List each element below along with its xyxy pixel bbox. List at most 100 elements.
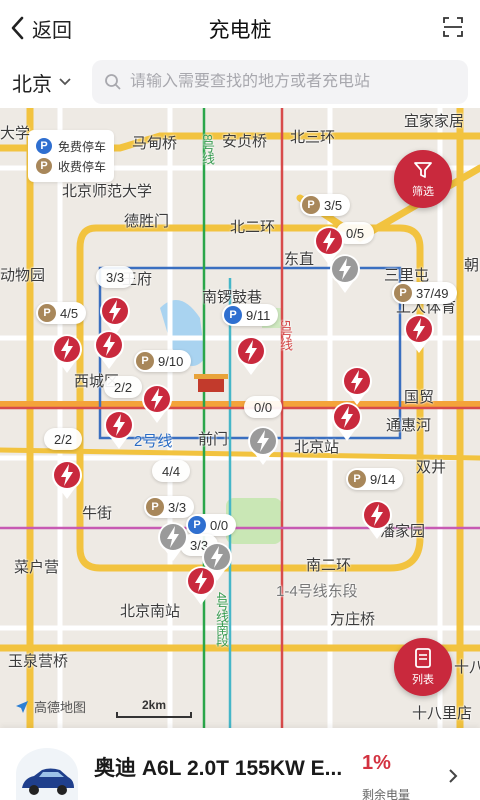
map-attribution: 高德地图 xyxy=(14,697,86,716)
station-count: 4/4 xyxy=(162,463,181,479)
funnel-icon xyxy=(414,162,432,178)
charger-pin-unavailable-icon[interactable] xyxy=(246,424,280,466)
map-place-label: 安贞桥 xyxy=(222,133,268,150)
station-availability[interactable]: P 9/11 xyxy=(222,304,279,326)
paid-parking-icon: P xyxy=(394,284,412,302)
map-place-label: 马甸桥 xyxy=(132,135,178,152)
charger-pin-unavailable-icon[interactable] xyxy=(328,252,362,294)
station-count: 3/5 xyxy=(324,197,343,213)
list-label: 列表 xyxy=(412,674,434,686)
map-place-label: 宜家家居 xyxy=(404,113,465,130)
scale-label: 2km xyxy=(141,698,167,712)
map-place-label: 北三环 xyxy=(290,129,336,146)
charger-pin-icon[interactable] xyxy=(140,382,174,424)
map-place-label: 北二环 xyxy=(230,219,276,236)
map-scale: 2km xyxy=(116,698,192,718)
station-count: 0/0 xyxy=(254,399,273,415)
station-availability[interactable]: 3/3 xyxy=(96,266,135,288)
chevron-down-icon xyxy=(59,78,71,86)
paid-parking-icon: P xyxy=(302,196,320,214)
free-parking-icon: P xyxy=(224,306,242,324)
charger-pin-icon[interactable] xyxy=(330,400,364,442)
station-availability[interactable]: P 9/14 xyxy=(346,468,404,490)
car-image xyxy=(16,748,78,800)
map-place-label: 大学 xyxy=(0,125,31,142)
page-title: 充电桩 xyxy=(208,19,272,42)
paid-parking-icon: P xyxy=(38,304,56,322)
navigation-arrow-icon xyxy=(16,700,28,713)
list-icon xyxy=(415,648,431,668)
station-availability[interactable]: P 3/3 xyxy=(144,496,195,518)
station-count: 9/14 xyxy=(370,471,396,487)
legend-label: 收费停车 xyxy=(58,159,107,174)
map-place-label: 德胜门 xyxy=(124,213,170,230)
charger-pin-icon[interactable] xyxy=(92,328,126,370)
city-selector[interactable]: 北京 xyxy=(12,68,72,96)
station-availability[interactable]: P 4/5 xyxy=(36,302,87,324)
map-place-label: 方庄桥 xyxy=(330,611,376,628)
charger-pin-icon[interactable] xyxy=(360,498,394,540)
station-availability[interactable]: 0/0 xyxy=(244,396,283,418)
charger-pin-icon[interactable] xyxy=(50,332,84,374)
metro-line-label: 1-4号线东段 xyxy=(276,583,358,600)
free-parking-icon: P xyxy=(188,516,206,534)
chevron-right-icon xyxy=(449,769,458,783)
station-count: 3/3 xyxy=(168,499,187,515)
map-place-label: 十八 xyxy=(454,659,480,676)
station-availability[interactable]: P 9/10 xyxy=(134,350,192,372)
map-place-label: 北京南站 xyxy=(120,603,181,620)
scale-bar xyxy=(116,712,192,718)
paid-parking-icon: P xyxy=(348,470,366,488)
charger-pin-icon[interactable] xyxy=(402,312,436,354)
station-count: 0/0 xyxy=(210,517,229,533)
station-availability[interactable]: P 3/5 xyxy=(300,194,351,216)
map-place-label: 南二环 xyxy=(306,557,352,574)
station-count: 4/5 xyxy=(60,305,79,321)
filter-label: 筛选 xyxy=(412,186,434,198)
filter-button[interactable]: 筛选 xyxy=(394,150,452,208)
map-place-label: 菜户营 xyxy=(14,559,60,576)
header-bar: 返回 充电桩 xyxy=(0,0,480,56)
charger-pin-icon[interactable] xyxy=(184,564,218,606)
map-place-label: 双井 xyxy=(416,459,447,476)
map-place-label: 前门 xyxy=(198,431,229,448)
charger-pin-unavailable-icon[interactable] xyxy=(156,520,190,562)
station-availability[interactable]: 4/4 xyxy=(152,460,191,482)
list-button[interactable]: 列表 xyxy=(394,638,452,696)
station-availability[interactable]: 2/2 xyxy=(104,376,143,398)
paid-parking-icon: P xyxy=(136,352,154,370)
station-availability[interactable]: P 0/0 xyxy=(186,514,237,536)
metro-line-label: 8号线 xyxy=(200,134,215,165)
map-place-label: 北京师范大学 xyxy=(62,183,153,200)
metro-line-label: 5号线 xyxy=(278,320,293,351)
station-availability[interactable]: 2/2 xyxy=(44,428,83,450)
paid-parking-icon: P xyxy=(146,498,164,516)
station-count: 2/2 xyxy=(54,431,73,447)
map-place-label: 玉泉营桥 xyxy=(8,653,69,670)
city-label: 北京 xyxy=(12,73,52,96)
station-count: 37/49 xyxy=(416,285,449,301)
vehicle-card[interactable]: 奥迪 A6L 2.0T 155KW E... 1% 剩余电量 xyxy=(0,728,480,800)
map-place-label: 十八里店 xyxy=(412,705,473,722)
free-parking-icon: P xyxy=(36,138,52,154)
vehicle-name: 奥迪 A6L 2.0T 155KW E... xyxy=(94,757,343,780)
charger-pin-icon[interactable] xyxy=(234,334,268,376)
map-place-label: 朝 xyxy=(464,257,480,274)
charger-pin-icon[interactable] xyxy=(102,408,136,450)
search-box[interactable] xyxy=(92,60,468,104)
battery-level: 1% xyxy=(362,752,391,774)
search-input[interactable] xyxy=(130,73,450,91)
battery-label: 剩余电量 xyxy=(362,788,411,800)
station-count: 2/2 xyxy=(114,379,133,395)
search-row: 北京 xyxy=(0,56,480,108)
metro-line-label: 2号线 xyxy=(134,433,173,450)
map-place-label: 东直 xyxy=(284,251,315,268)
charger-pin-icon[interactable] xyxy=(50,458,84,500)
search-icon xyxy=(105,74,121,90)
station-availability[interactable]: P 37/49 xyxy=(392,282,457,304)
map-view[interactable]: P 免费停车 P 收费停车 大学马甸桥 安贞桥 北三环 宜家家居北京师范大学德胜门 北二… xyxy=(0,108,480,728)
map-place-label: 动物园 xyxy=(0,267,46,284)
scan-icon[interactable] xyxy=(442,16,464,38)
legend-free-parking: P 免费停车 xyxy=(36,136,106,156)
parking-legend: P 免费停车 P 收费停车 xyxy=(28,130,115,182)
